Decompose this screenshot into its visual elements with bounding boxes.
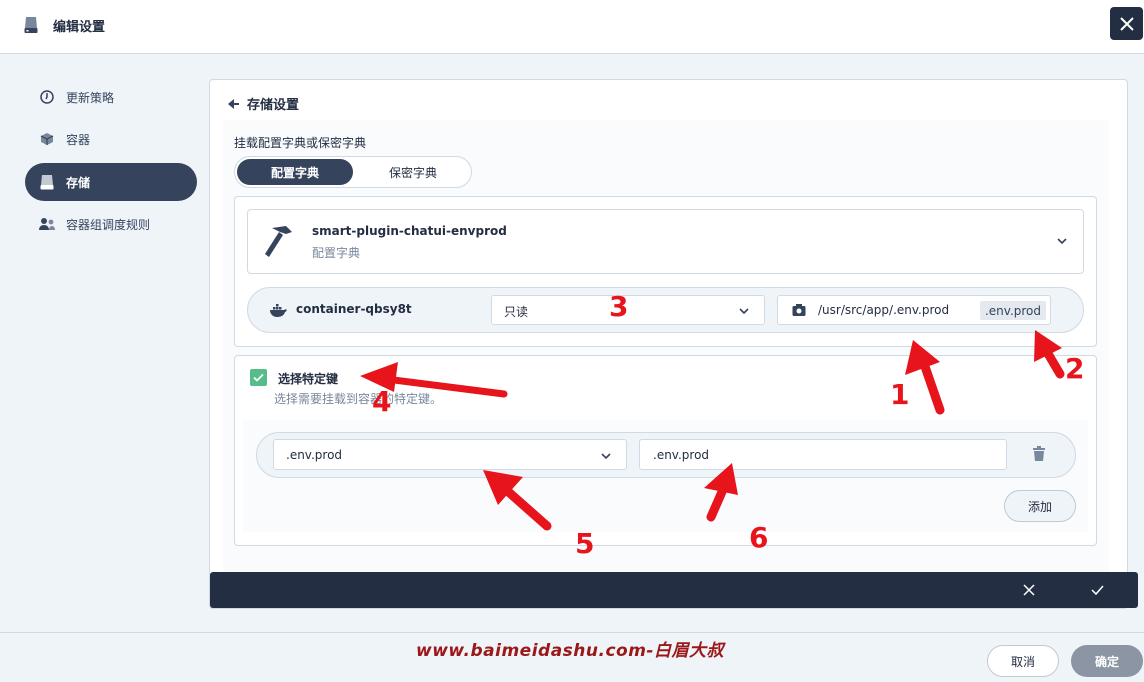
sidebar-item-label: 容器 <box>66 132 91 147</box>
chevron-down-icon <box>739 308 749 315</box>
annotation-number: 6 <box>749 521 769 554</box>
dialog-header: 编辑设置 <box>0 0 1144 54</box>
annotation-number: 3 <box>609 290 629 323</box>
sidebar-item-update-strategy[interactable]: 更新策略 <box>25 78 197 116</box>
tab-config-map[interactable]: 配置字典 <box>237 159 353 185</box>
config-map-select[interactable] <box>247 209 1084 274</box>
storage-icon <box>24 17 38 33</box>
back-arrow-icon <box>228 98 239 109</box>
docker-icon <box>270 304 287 317</box>
tab-secret[interactable]: 保密字典 <box>355 159 471 185</box>
mount-label: 挂载配置字典或保密字典 <box>234 136 367 150</box>
update-strategy-icon <box>39 89 55 105</box>
sidebar-item-label: 容器组调度规则 <box>66 217 151 232</box>
specific-keys-checkbox[interactable] <box>250 369 267 386</box>
key-select[interactable]: .env.prod <box>273 439 627 470</box>
confirm-button[interactable]: 确定 <box>1071 645 1143 677</box>
key-value: .env.prod <box>286 448 343 462</box>
storage-icon <box>39 174 55 190</box>
checkmark-icon <box>253 373 264 382</box>
add-key-button[interactable]: 添加 <box>1004 490 1076 522</box>
mount-path-value: /usr/src/app/.env.prod <box>818 303 950 317</box>
sidebar-item-label: 存储 <box>66 175 91 190</box>
section-title[interactable]: 存储设置 <box>226 94 299 113</box>
sidebar-item-storage[interactable]: 存储 <box>25 163 197 201</box>
key-path-value: .env.prod <box>653 448 710 462</box>
hammer-icon <box>265 226 292 257</box>
path-tag: .env.prod <box>980 301 1046 320</box>
close-button[interactable] <box>1110 7 1143 40</box>
key-path-input[interactable]: .env.prod <box>639 439 1007 470</box>
container-name: container-qbsy8t <box>296 302 412 316</box>
sidebar-item-label: 更新策略 <box>66 90 115 105</box>
dialog-title: 编辑设置 <box>53 20 106 35</box>
section-title-text: 存储设置 <box>247 98 300 113</box>
annotation-number: 5 <box>575 527 595 560</box>
close-icon <box>1119 16 1134 31</box>
config-map-type: 配置字典 <box>312 246 361 260</box>
specific-keys-description: 选择需要挂载到容器的特定键。 <box>274 392 443 406</box>
annotation-number: 4 <box>372 385 392 418</box>
chevron-down-icon[interactable] <box>1056 235 1068 247</box>
annotation-number: 1 <box>890 378 910 411</box>
trash-icon[interactable] <box>1032 446 1046 462</box>
config-map-name: smart-plugin-chatui-envprod <box>312 224 507 238</box>
pod-scheduling-icon <box>39 216 55 232</box>
access-mode-value: 只读 <box>504 305 529 319</box>
mount-type-toggle: 配置字典 保密字典 <box>234 156 472 188</box>
sidebar-item-pod-scheduling[interactable]: 容器组调度规则 <box>25 205 197 243</box>
cancel-edit-icon[interactable] <box>1023 584 1035 596</box>
cancel-button[interactable]: 取消 <box>987 645 1059 677</box>
annotation-number: 2 <box>1065 352 1085 385</box>
container-icon <box>39 131 55 147</box>
mount-path-input[interactable]: /usr/src/app/.env.prod .env.prod <box>777 295 1051 325</box>
sidebar-item-container[interactable]: 容器 <box>25 120 197 158</box>
specific-keys-label: 选择特定键 <box>278 372 339 386</box>
chevron-down-icon <box>601 453 611 460</box>
watermark: www.baimeidashu.com-白眉大叔 <box>416 641 724 661</box>
edit-action-bar <box>210 572 1138 608</box>
mount-path-icon <box>792 304 806 316</box>
confirm-edit-icon[interactable] <box>1091 584 1104 596</box>
